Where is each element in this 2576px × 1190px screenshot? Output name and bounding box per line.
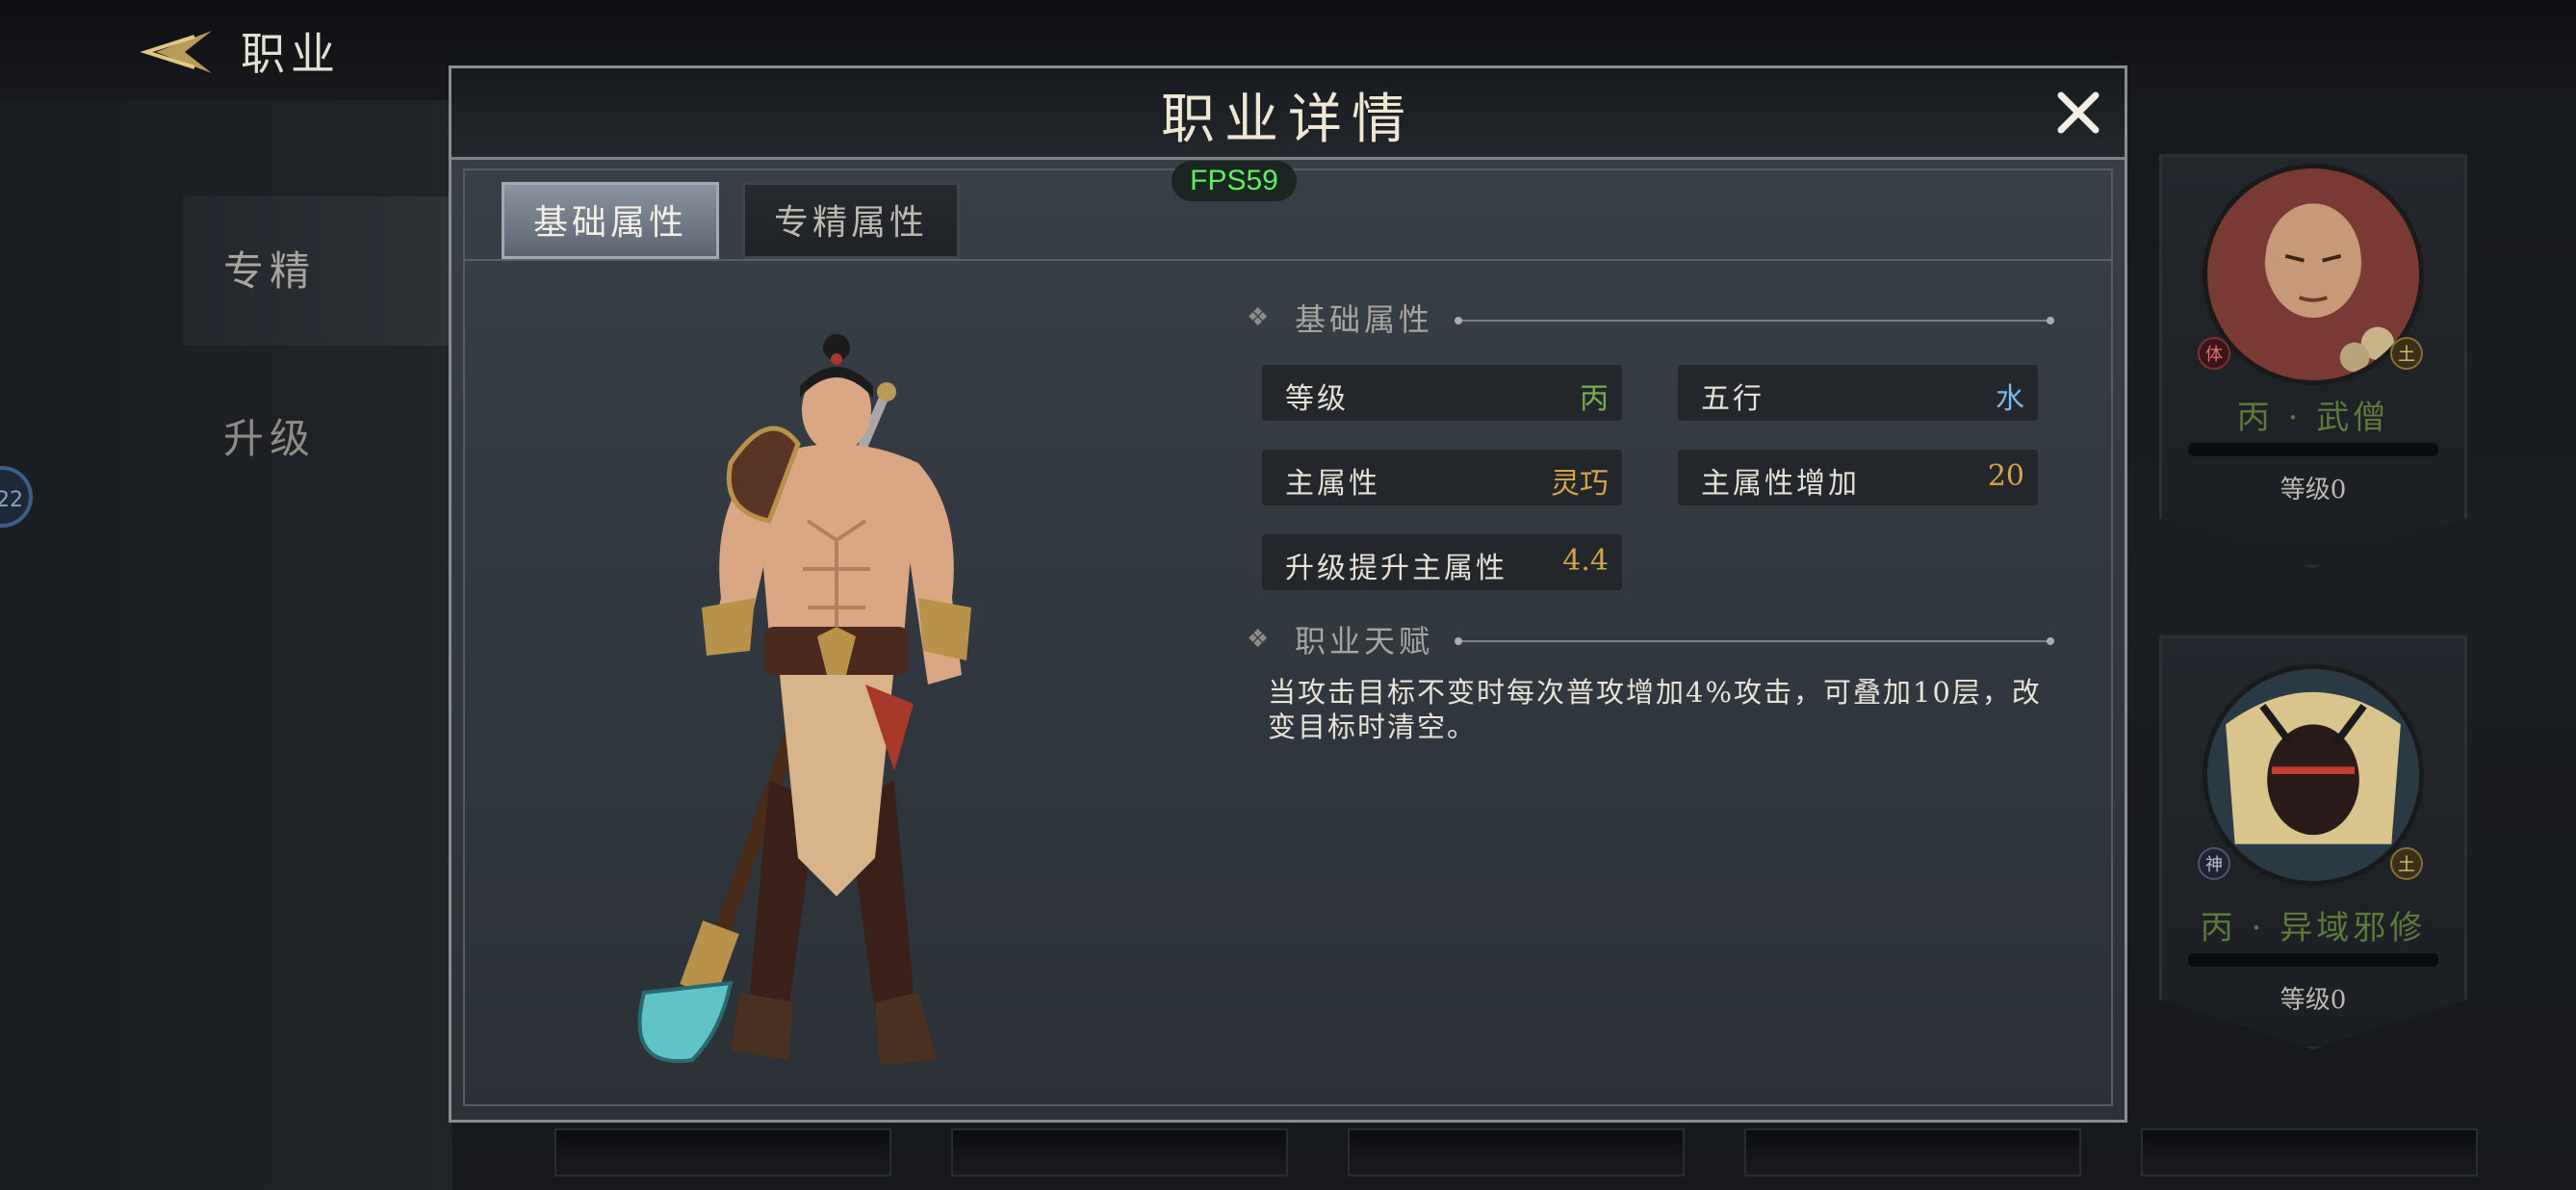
card-level: 等级0 bbox=[2280, 476, 2347, 504]
stat-element: 五行 水 bbox=[1678, 365, 2038, 421]
stat-main-attribute-bonus: 主属性增加 20 bbox=[1678, 450, 2038, 505]
stat-value: 灵巧 bbox=[1551, 467, 1609, 501]
card-bar bbox=[2188, 443, 2438, 456]
tab-basic-attributes[interactable]: 基础属性 bbox=[502, 182, 719, 259]
section-divider bbox=[1455, 637, 2054, 645]
earth-element-badge: 土 bbox=[2390, 337, 2423, 370]
modal-header: 职业详情 bbox=[451, 68, 2125, 160]
sidebar-item-specialization[interactable]: 专精 bbox=[183, 196, 452, 346]
diamond-bullet-icon: ❖ bbox=[1247, 625, 1270, 654]
stat-value: 4.4 bbox=[1562, 544, 1609, 578]
cultivator-face-icon bbox=[2226, 691, 2401, 844]
bottom-tab[interactable] bbox=[554, 1128, 891, 1177]
stat-label: 升级提升主属性 bbox=[1285, 552, 1507, 585]
stat-value: 丙 bbox=[1580, 382, 1609, 416]
monk-face-icon bbox=[2265, 203, 2395, 373]
stat-value: 20 bbox=[1987, 459, 2024, 493]
body-type-badge: 体 bbox=[2198, 337, 2230, 370]
modal-title: 职业详情 bbox=[1161, 89, 1415, 151]
bottom-tab[interactable] bbox=[2141, 1128, 2478, 1177]
tab-specialization-attributes[interactable]: 专精属性 bbox=[742, 182, 960, 259]
character-illustration bbox=[637, 334, 971, 1065]
talent-description: 当攻击目标不变时每次普攻增加4%攻击，可叠加10层，改变目标时清空。 bbox=[1268, 676, 2042, 743]
bottom-tab[interactable] bbox=[1744, 1128, 2081, 1177]
character-card-monk[interactable]: 体 土 丙 · 武僧 等级0 bbox=[2159, 154, 2467, 568]
stat-label: 等级 bbox=[1285, 382, 1349, 416]
cultivator-portrait bbox=[2202, 664, 2424, 886]
sidebar: 专精 升级 22 bbox=[0, 100, 452, 1190]
stat-label: 主属性增加 bbox=[1701, 467, 1860, 501]
close-icon[interactable] bbox=[2049, 84, 2107, 142]
class-detail-modal: 职业详情 FPS59 基础属性 专精属性 ❖ 基础属性 等级 丙 五行 水 主属… bbox=[449, 65, 2127, 1123]
stat-main-attribute: 主属性 灵巧 bbox=[1262, 450, 1622, 505]
card-level: 等级0 bbox=[2280, 986, 2347, 1015]
fps-counter: FPS59 bbox=[1172, 161, 1297, 201]
section-title-talent: 职业天赋 bbox=[1295, 623, 1434, 660]
page-title: 职业 bbox=[241, 28, 341, 80]
stat-label: 主属性 bbox=[1285, 467, 1380, 501]
spirit-type-badge: 神 bbox=[2198, 847, 2230, 880]
back-arrow-icon[interactable] bbox=[127, 23, 214, 81]
card-name: 丙 · 异域邪修 bbox=[2200, 909, 2427, 947]
tab-divider bbox=[463, 259, 2113, 261]
earth-element-badge: 土 bbox=[2390, 847, 2423, 880]
section-title-basic: 基础属性 bbox=[1295, 301, 1434, 338]
stat-label: 五行 bbox=[1701, 382, 1765, 416]
stat-grade: 等级 丙 bbox=[1262, 365, 1622, 421]
stat-value: 水 bbox=[1996, 382, 2024, 416]
section-divider bbox=[1455, 317, 2054, 324]
bottom-tab[interactable] bbox=[1348, 1128, 1685, 1177]
sidebar-item-upgrade[interactable]: 升级 bbox=[183, 364, 452, 513]
bottom-tab[interactable] bbox=[951, 1128, 1288, 1177]
character-card-exotic-cultivator[interactable]: 神 土 丙 · 异域邪修 等级0 bbox=[2159, 635, 2467, 1049]
card-bar bbox=[2188, 953, 2438, 967]
side-badge[interactable]: 22 bbox=[0, 466, 33, 528]
stat-levelup-gain: 升级提升主属性 4.4 bbox=[1262, 534, 1622, 590]
diamond-bullet-icon: ❖ bbox=[1247, 303, 1270, 332]
card-name: 丙 · 武僧 bbox=[2236, 399, 2390, 437]
